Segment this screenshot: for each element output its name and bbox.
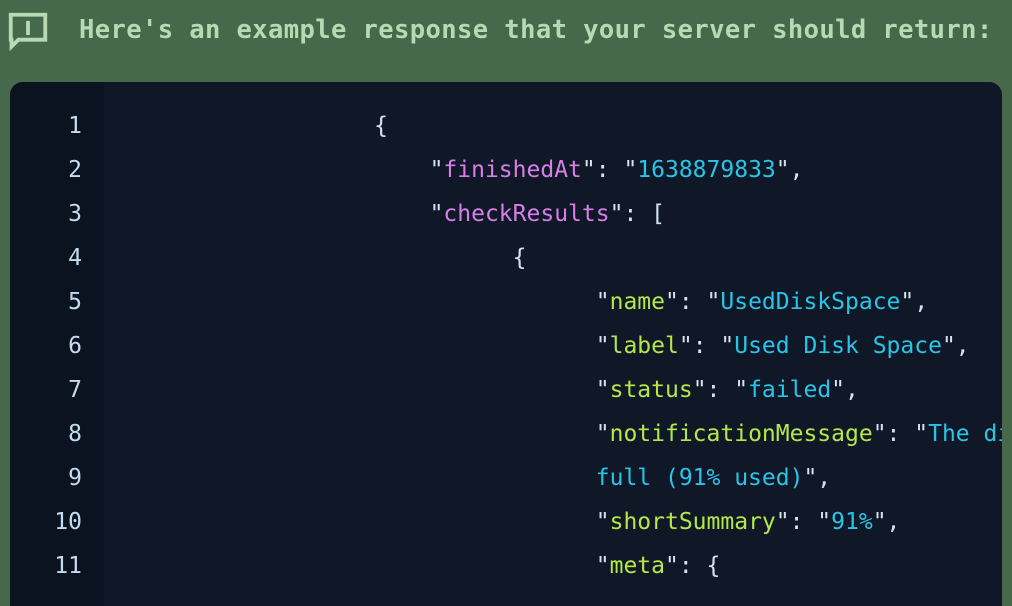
code-token-str: 1638879833: [637, 157, 776, 183]
code-line: "label": "Used Disk Space",: [198, 324, 1002, 368]
code-token-key-b: status: [609, 377, 693, 403]
code-line-list: { "finishedAt": "1638879833", "checkResu…: [198, 104, 1002, 588]
code-token-punct: ": ": [872, 421, 929, 447]
code-line: "meta": {: [198, 544, 1002, 588]
code-line: "finishedAt": "1638879833",: [198, 148, 1002, 192]
code-token-str: full (91% used): [595, 465, 804, 491]
line-number: 10: [54, 509, 82, 535]
code-token-punct: ",: [900, 289, 929, 315]
code-token-punct: ": [595, 333, 610, 359]
code-line: "notificationMessage": "The disk is almo…: [198, 412, 1002, 456]
line-number-gutter: 1 2 3 4 5 6 7 8 9 10 11: [10, 82, 104, 606]
code-line: {: [198, 104, 1002, 148]
json-code-block: 1 2 3 4 5 6 7 8 9 10 11 { "finishedAt": "163887983…: [10, 82, 1002, 606]
code-token-punct: ",: [775, 157, 804, 183]
code-token-key-b: name: [609, 289, 665, 315]
code-line: "status": "failed",: [198, 368, 1002, 412]
code-token-str: failed: [748, 377, 832, 403]
code-token-punct: ": [595, 289, 610, 315]
code-token-punct: ",: [941, 333, 970, 359]
line-number: 9: [68, 465, 82, 491]
code-line: "checkResults": [: [198, 192, 1002, 236]
line-number-list: 1 2 3 4 5 6 7 8 9 10 11: [10, 104, 104, 588]
code-line: full (91% used)",: [198, 456, 1002, 500]
code-token-str: 91%: [831, 509, 873, 535]
line-number: 5: [68, 289, 82, 315]
line-number: 1: [68, 113, 82, 139]
code-token-punct: ": ": [775, 509, 832, 535]
code-token-punct: {: [374, 113, 389, 139]
line-number: 2: [68, 157, 82, 183]
code-token-punct: ",: [803, 465, 832, 491]
code-token-key-b: shortSummary: [609, 509, 776, 535]
code-token-punct: ": [595, 377, 610, 403]
code-token-punct: ": [595, 509, 610, 535]
line-number: 8: [68, 421, 82, 447]
code-token-str: UsedDiskSpace: [720, 289, 901, 315]
example-response-header: Here's an example response that your ser…: [0, 0, 1012, 82]
code-token-key-a: checkResults: [443, 201, 610, 227]
line-number: 6: [68, 333, 82, 359]
code-token-punct: ": [429, 201, 444, 227]
code-content-area[interactable]: { "finishedAt": "1638879833", "checkResu…: [104, 82, 1002, 606]
code-line: "shortSummary": "91%",: [198, 500, 1002, 544]
code-token-punct: ": {: [664, 553, 721, 579]
code-token-punct: ": ": [581, 157, 638, 183]
code-token-punct: {: [512, 245, 527, 271]
code-token-punct: ": [429, 157, 444, 183]
line-number: 4: [68, 245, 82, 271]
info-message-icon: [8, 12, 48, 52]
code-token-punct: ": [595, 421, 610, 447]
line-number: 11: [54, 553, 82, 579]
line-number: 3: [68, 201, 82, 227]
header-title: Here's an example response that your ser…: [79, 15, 993, 45]
code-token-punct: ": ": [664, 289, 721, 315]
code-token-punct: ",: [831, 377, 859, 403]
code-token-key-a: finishedAt: [443, 157, 582, 183]
code-token-str: Used Disk Space: [734, 333, 942, 359]
code-token-str: The disk is almost: [928, 421, 1002, 447]
code-line: "name": "UsedDiskSpace",: [198, 280, 1002, 324]
line-number: 7: [68, 377, 82, 403]
code-line: {: [198, 236, 1002, 280]
code-token-key-b: notificationMessage: [609, 421, 873, 447]
code-token-punct: ": [: [609, 201, 665, 227]
code-token-key-b: meta: [609, 553, 665, 579]
code-token-key-b: label: [609, 333, 679, 359]
code-token-punct: ": ": [692, 377, 749, 403]
code-token-punct: ",: [872, 509, 901, 535]
code-token-punct: ": ": [678, 333, 735, 359]
code-token-punct: ": [595, 553, 610, 579]
